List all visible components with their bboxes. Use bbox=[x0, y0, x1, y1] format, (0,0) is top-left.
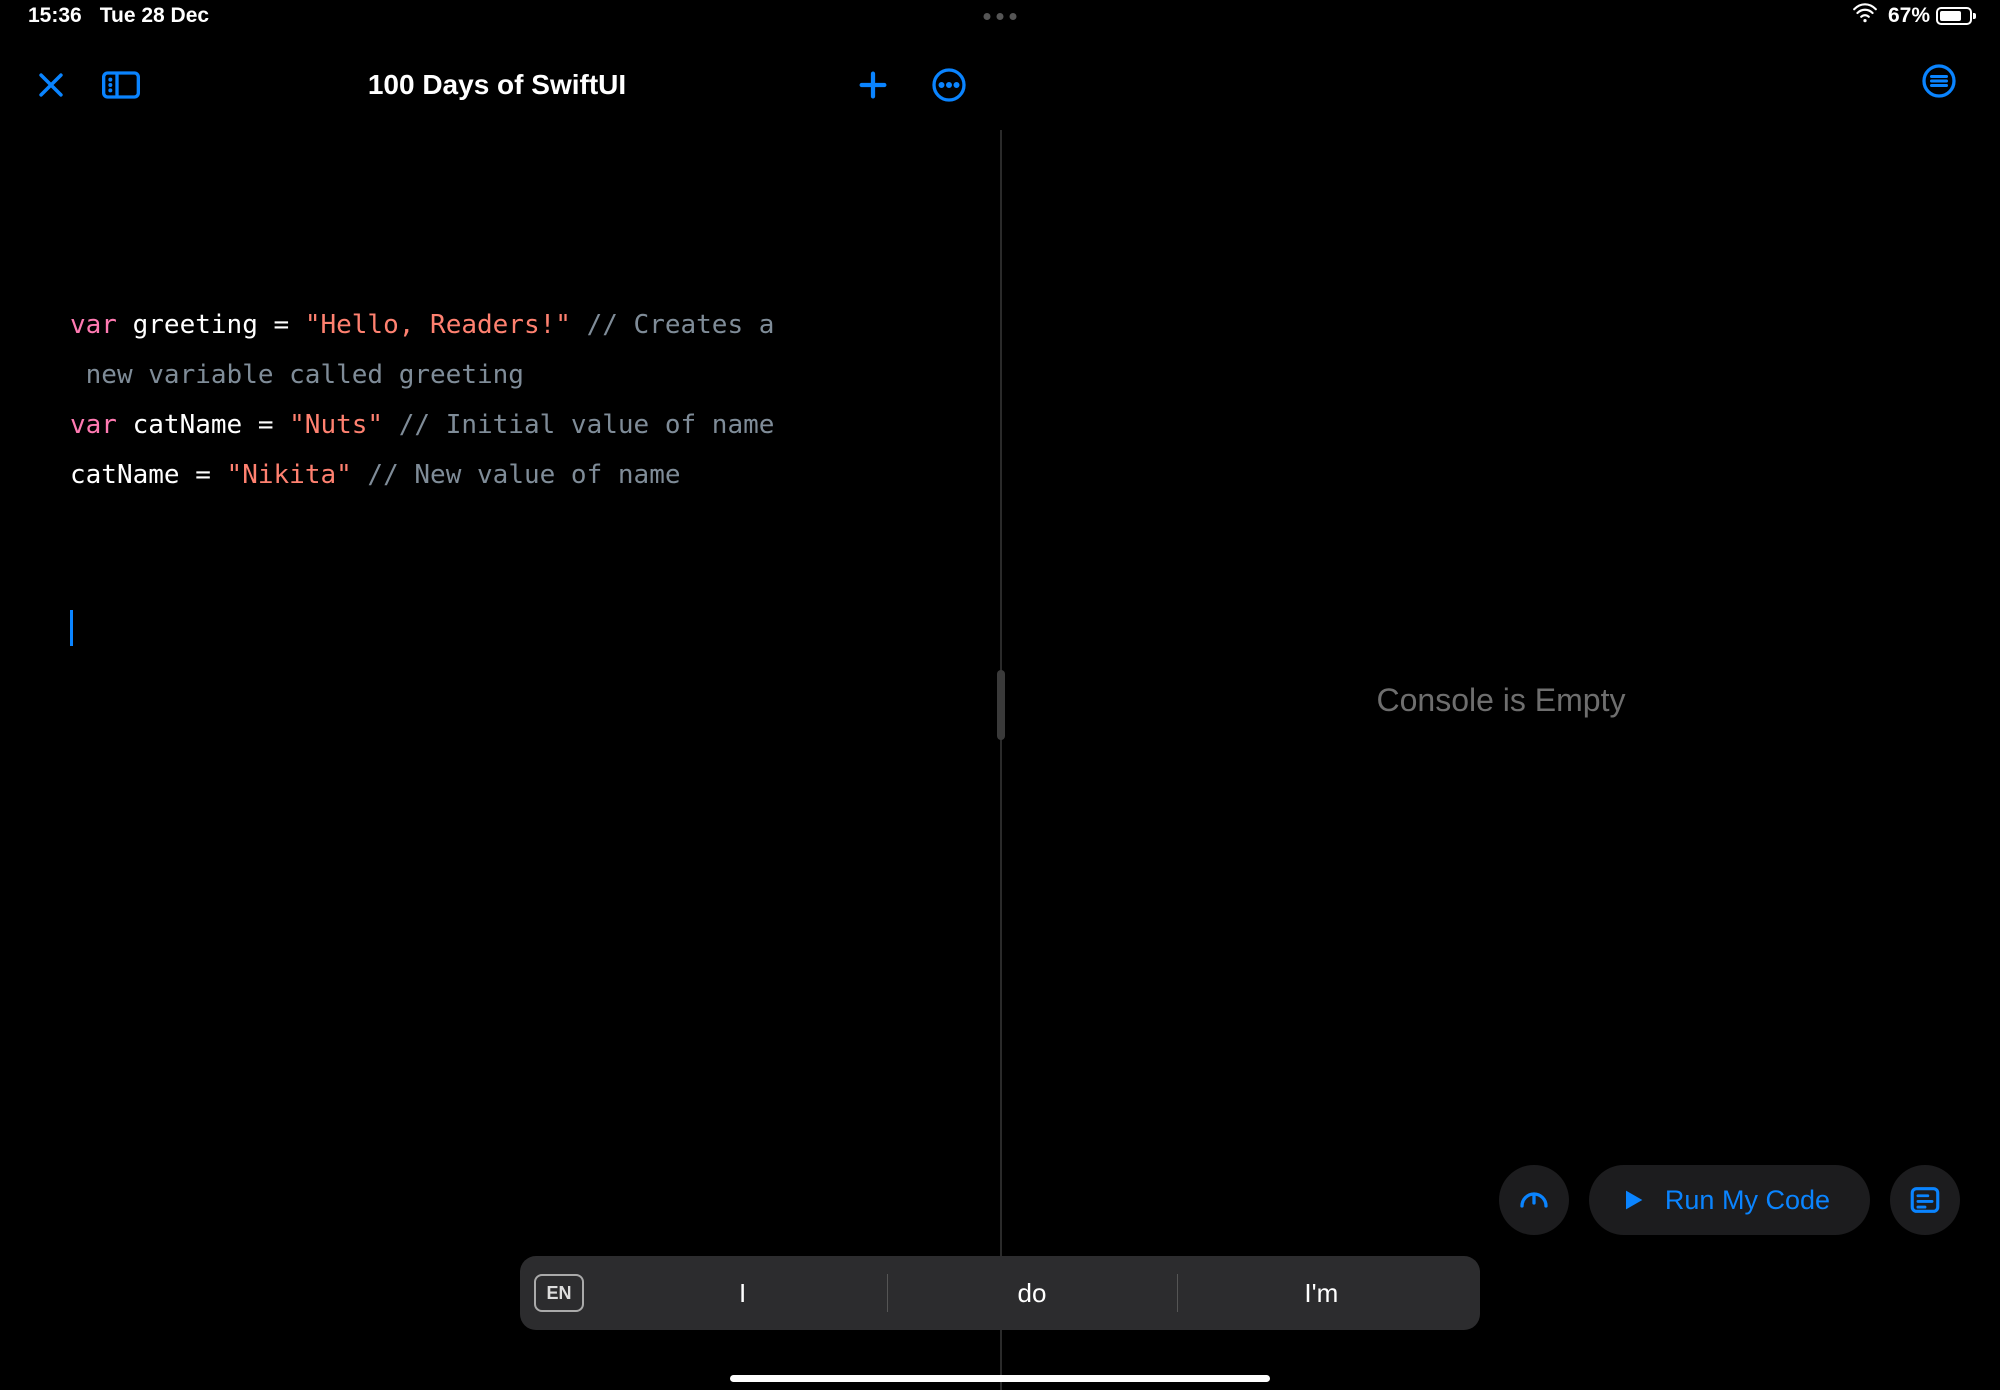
code-keyword: var bbox=[70, 310, 117, 340]
suggestion-2[interactable]: do bbox=[887, 1256, 1176, 1330]
sidebar-toggle-icon[interactable] bbox=[100, 64, 142, 106]
run-button-label: Run My Code bbox=[1665, 1185, 1830, 1216]
suggestion-3[interactable]: I'm bbox=[1177, 1256, 1466, 1330]
console-pane: Console is Empty Run My Code bbox=[1002, 130, 2000, 1390]
status-time: 15:36 bbox=[28, 4, 82, 28]
status-date: Tue 28 Dec bbox=[100, 4, 209, 28]
console-empty-label: Console is Empty bbox=[1377, 682, 1626, 719]
multitask-indicator-icon[interactable] bbox=[984, 13, 1017, 20]
editor-toolbar: 100 Days of SwiftUI bbox=[0, 40, 1000, 130]
suggestion-1[interactable]: I bbox=[598, 1256, 887, 1330]
code-content[interactable]: var greeting = "Hello, Readers!" // Crea… bbox=[70, 250, 930, 550]
page-title: 100 Days of SwiftUI bbox=[142, 69, 852, 101]
home-indicator[interactable] bbox=[730, 1375, 1270, 1382]
keyboard-suggestion-bar: EN I do I'm bbox=[520, 1256, 1480, 1330]
speed-gauge-icon[interactable] bbox=[1499, 1165, 1569, 1235]
run-button[interactable]: Run My Code bbox=[1589, 1165, 1870, 1235]
more-options-icon[interactable] bbox=[928, 64, 970, 106]
code-comment: // Creates a bbox=[571, 310, 775, 340]
wifi-icon bbox=[1852, 0, 1878, 32]
results-panel-icon[interactable] bbox=[1890, 1165, 1960, 1235]
play-icon bbox=[1619, 1186, 1647, 1214]
code-editor[interactable]: var greeting = "Hello, Readers!" // Crea… bbox=[0, 130, 1000, 1390]
status-bar: 15:36 Tue 28 Dec 67% bbox=[0, 0, 2000, 32]
code-string: "Hello, Readers!" bbox=[305, 310, 571, 340]
battery-icon bbox=[1936, 7, 1972, 25]
text-cursor bbox=[70, 610, 73, 646]
keyboard-language-chip[interactable]: EN bbox=[534, 1274, 584, 1312]
close-icon[interactable] bbox=[30, 64, 72, 106]
battery-percent: 67% bbox=[1888, 4, 1930, 28]
add-icon[interactable] bbox=[852, 64, 894, 106]
console-options-icon[interactable] bbox=[1918, 60, 1960, 102]
